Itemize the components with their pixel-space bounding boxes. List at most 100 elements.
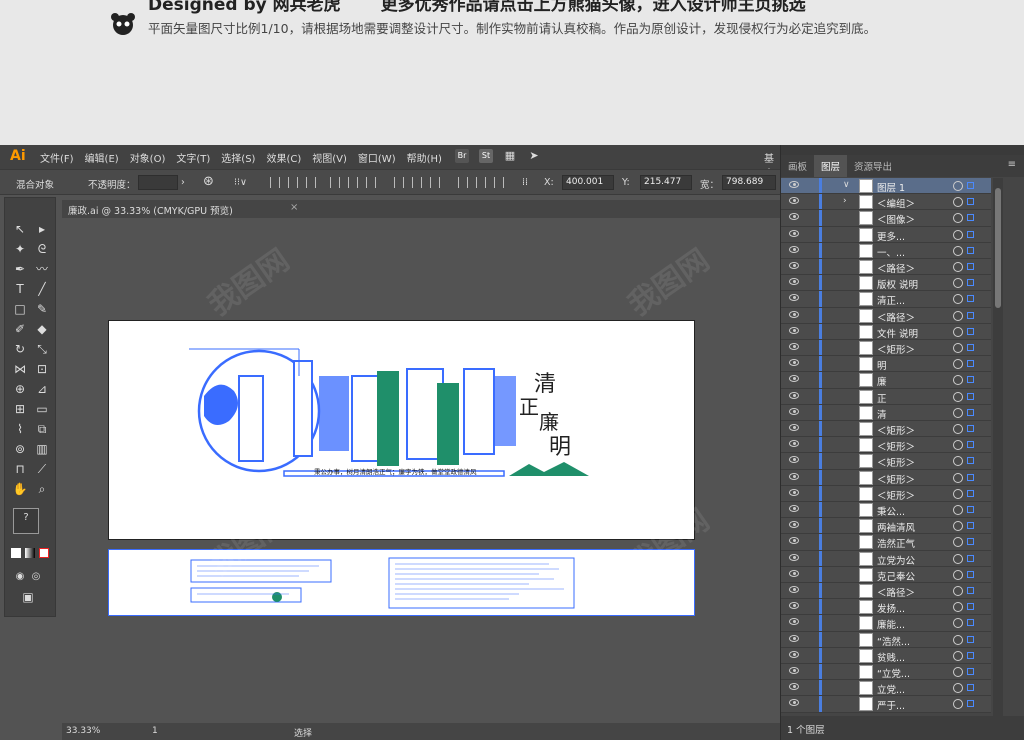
panel-menu-icon[interactable]: ≡	[1008, 159, 1016, 170]
layer-row[interactable]: 立党...	[781, 680, 991, 697]
target-circle-icon[interactable]	[953, 553, 963, 564]
layer-row[interactable]: 清正...	[781, 291, 991, 308]
selection-indicator-icon[interactable]	[967, 684, 974, 692]
layer-row[interactable]: ＜路径＞	[781, 307, 991, 324]
target-circle-icon[interactable]	[953, 456, 963, 467]
layer-row[interactable]: 两袖清风	[781, 518, 991, 535]
tab-artboards[interactable]: 画板	[781, 155, 814, 177]
layer-name[interactable]: ＜路径＞	[877, 310, 915, 324]
artboard-number[interactable]: 1	[152, 726, 158, 736]
selection-indicator-icon[interactable]	[967, 327, 974, 335]
visibility-eye-icon[interactable]	[789, 618, 799, 626]
x-field[interactable]: 400.001	[562, 175, 614, 190]
target-circle-icon[interactable]	[953, 424, 963, 434]
layer-row[interactable]: 文件 说明	[781, 323, 991, 340]
selection-indicator-icon[interactable]	[967, 182, 974, 189]
visibility-eye-icon[interactable]	[789, 424, 799, 431]
visibility-eye-icon[interactable]	[789, 569, 799, 577]
close-tab-icon[interactable]: ×	[290, 202, 298, 213]
selection-indicator-icon[interactable]	[967, 651, 974, 659]
selection-indicator-icon[interactable]	[967, 700, 974, 708]
scale-tool-icon[interactable]: ⤡	[33, 340, 51, 358]
selection-indicator-icon[interactable]	[967, 619, 974, 627]
fill-stroke-icon[interactable]: ?	[13, 508, 39, 534]
target-circle-icon[interactable]	[953, 278, 963, 289]
selection-indicator-icon[interactable]	[967, 635, 974, 643]
layer-row[interactable]: ＜路径＞	[781, 259, 991, 276]
expand-arrow-icon[interactable]: ›	[843, 196, 847, 206]
rectangle-tool-icon[interactable]: □	[11, 300, 29, 318]
menu-type[interactable]: 文字(T)	[176, 150, 210, 165]
align-hcenter-icon[interactable]	[288, 177, 298, 188]
layer-row[interactable]: 廉	[781, 372, 991, 389]
layer-name[interactable]: ＜矩形＞	[877, 472, 915, 486]
menu-view[interactable]: 视图(V)	[312, 150, 347, 165]
visibility-eye-icon[interactable]	[789, 650, 799, 658]
target-circle-icon[interactable]	[953, 229, 963, 240]
target-circle-icon[interactable]	[953, 569, 963, 580]
line-tool-icon[interactable]: ╱	[33, 280, 51, 298]
selection-indicator-icon[interactable]	[967, 246, 974, 254]
target-circle-icon[interactable]	[953, 650, 963, 661]
hand-tool-icon[interactable]: ✋	[11, 480, 29, 498]
layer-name[interactable]: 立党...	[877, 682, 905, 696]
menu-file[interactable]: 文件(F)	[40, 150, 74, 165]
rotate-tool-icon[interactable]: ↻	[11, 340, 29, 358]
layer-row[interactable]: 严于...	[781, 696, 991, 713]
selection-indicator-icon[interactable]	[967, 522, 974, 530]
selection-indicator-icon[interactable]	[967, 408, 974, 416]
target-circle-icon[interactable]	[953, 602, 963, 613]
visibility-eye-icon[interactable]	[789, 505, 799, 512]
target-circle-icon[interactable]	[953, 407, 963, 418]
layer-name[interactable]: 立党为公	[877, 553, 915, 567]
draw-behind-icon[interactable]: ◎	[27, 568, 45, 586]
selection-indicator-icon[interactable]	[967, 668, 974, 675]
distribute-vcenter-icon[interactable]	[412, 177, 422, 188]
distribute-hcenter-icon[interactable]	[476, 177, 486, 188]
layer-row[interactable]: 浩然正气	[781, 534, 991, 551]
target-circle-icon[interactable]	[953, 181, 963, 191]
visibility-eye-icon[interactable]	[789, 294, 799, 302]
expand-arrow-icon[interactable]: ∨	[843, 180, 850, 190]
layer-row[interactable]: ∨ 图层 1	[781, 178, 991, 195]
direct-selection-tool-icon[interactable]: ▸	[33, 220, 51, 238]
layer-name[interactable]: 浩然正气	[877, 536, 915, 550]
magic-wand-tool-icon[interactable]: ✦	[11, 240, 29, 258]
target-circle-icon[interactable]	[953, 375, 963, 386]
none-icon[interactable]	[39, 548, 49, 558]
target-circle-icon[interactable]	[953, 326, 963, 337]
layer-row[interactable]: 明	[781, 356, 991, 373]
layer-row[interactable]: 贫贱...	[781, 647, 991, 664]
layer-scrollbar[interactable]	[993, 178, 1003, 716]
eyedropper-tool-icon[interactable]: ⌇	[11, 420, 29, 438]
layer-row[interactable]: ＜矩形＞	[781, 340, 991, 357]
layer-name[interactable]: ＜矩形＞	[877, 439, 915, 453]
distribute-left-icon[interactable]	[458, 177, 468, 188]
layer-row[interactable]: 立党为公	[781, 550, 991, 567]
panel-collapse-strip[interactable]	[781, 145, 1024, 155]
layer-row[interactable]: 发扬...	[781, 599, 991, 616]
layer-name[interactable]: 正	[877, 391, 887, 405]
width-tool-icon[interactable]: ⋈	[11, 360, 29, 378]
align-left-icon[interactable]	[270, 177, 280, 188]
target-circle-icon[interactable]	[953, 343, 963, 353]
selection-indicator-icon[interactable]	[967, 344, 974, 351]
selection-indicator-icon[interactable]	[967, 360, 974, 368]
visibility-eye-icon[interactable]	[789, 634, 799, 642]
visibility-eye-icon[interactable]	[789, 488, 799, 496]
document-tab[interactable]: 廉政.ai @ 33.33% (CMYK/GPU 预览)	[68, 203, 233, 217]
selection-indicator-icon[interactable]	[967, 279, 974, 287]
visibility-eye-icon[interactable]	[789, 375, 799, 383]
visibility-eye-icon[interactable]	[789, 229, 799, 237]
target-circle-icon[interactable]	[953, 245, 963, 256]
bridge-icon[interactable]: Br	[455, 149, 469, 163]
target-circle-icon[interactable]	[953, 699, 963, 710]
free-transform-tool-icon[interactable]: ⊡	[33, 360, 51, 378]
width-field[interactable]: 798.689	[722, 175, 776, 190]
selection-indicator-icon[interactable]	[967, 263, 974, 270]
opacity-field[interactable]	[138, 175, 178, 190]
tab-asset-export[interactable]: 资源导出	[847, 155, 899, 177]
selection-indicator-icon[interactable]	[967, 473, 974, 481]
target-circle-icon[interactable]	[953, 440, 963, 451]
artboard-tool-icon[interactable]: ⊓	[11, 460, 29, 478]
